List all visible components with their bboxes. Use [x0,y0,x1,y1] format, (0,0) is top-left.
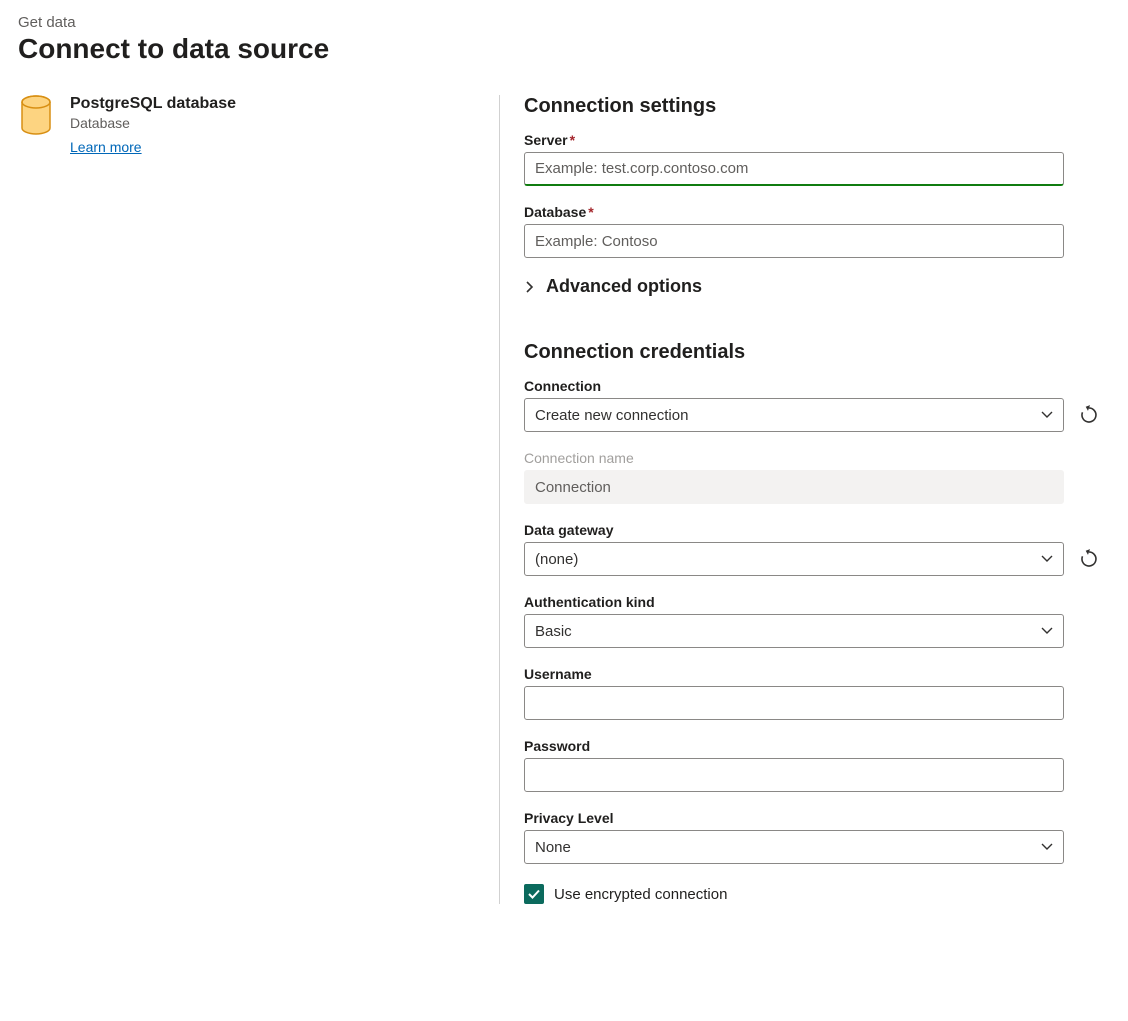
password-label: Password [524,738,1100,754]
database-label: Database* [524,204,1100,220]
checkmark-icon [527,887,541,901]
chevron-right-icon [524,281,536,293]
privacy-level-select[interactable]: None [524,830,1064,864]
data-gateway-select[interactable]: (none) [524,542,1064,576]
auth-kind-select[interactable]: Basic [524,614,1064,648]
page-title: Connect to data source [18,33,1110,65]
advanced-options-label: Advanced options [546,276,702,297]
chevron-down-icon [1041,625,1053,637]
learn-more-link[interactable]: Learn more [70,139,142,155]
connector-category: Database [70,115,236,131]
server-input[interactable] [524,152,1064,186]
encrypted-label: Use encrypted connection [554,886,727,903]
refresh-icon [1079,549,1099,569]
refresh-connection-button[interactable] [1078,404,1100,426]
breadcrumb: Get data [18,14,1110,31]
database-icon [18,95,54,137]
encrypted-checkbox[interactable] [524,884,544,904]
connection-name-input [524,470,1064,504]
refresh-gateway-button[interactable] [1078,548,1100,570]
connector-card: PostgreSQL database Database Learn more [18,95,479,155]
username-input[interactable] [524,686,1064,720]
privacy-level-value: None [535,839,571,856]
chevron-down-icon [1041,553,1053,565]
advanced-options-toggle[interactable]: Advanced options [524,276,1100,297]
auth-kind-value: Basic [535,623,572,640]
connection-select[interactable]: Create new connection [524,398,1064,432]
refresh-icon [1079,405,1099,425]
auth-kind-label: Authentication kind [524,594,1100,610]
connection-credentials-heading: Connection credentials [524,341,1100,364]
connector-title: PostgreSQL database [70,95,236,113]
chevron-down-icon [1041,409,1053,421]
server-label: Server* [524,132,1100,148]
connection-label: Connection [524,378,1100,394]
database-input[interactable] [524,224,1064,258]
connection-settings-heading: Connection settings [524,95,1100,118]
username-label: Username [524,666,1100,682]
privacy-level-label: Privacy Level [524,810,1100,826]
chevron-down-icon [1041,841,1053,853]
required-asterisk: * [570,132,575,148]
connection-name-label: Connection name [524,450,1100,466]
required-asterisk: * [588,204,593,220]
data-gateway-label: Data gateway [524,522,1100,538]
connection-select-value: Create new connection [535,407,688,424]
data-gateway-value: (none) [535,551,578,568]
password-input[interactable] [524,758,1064,792]
